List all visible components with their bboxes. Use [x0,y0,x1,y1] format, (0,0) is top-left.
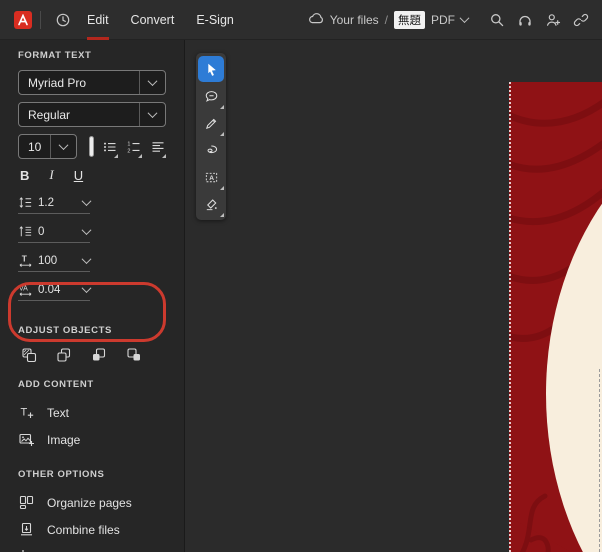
add-image-icon [18,431,35,448]
send-backward-button[interactable] [124,345,144,365]
font-color-swatch[interactable] [89,136,94,157]
chevron-down-icon [82,254,92,264]
add-text-label: Text [47,406,69,420]
font-size-select[interactable]: 10 [18,134,77,159]
chevron-down-icon [50,135,76,158]
font-style-select[interactable]: Regular [18,102,166,127]
paragraph-spacing-control[interactable]: 0 [18,224,90,243]
add-text-button[interactable]: T Text [18,399,166,426]
svg-text:VA: VA [19,285,28,292]
font-size-value: 10 [19,140,50,154]
image-bounds-edge[interactable] [599,369,600,552]
breadcrumb: Your files / 無題 PDF [307,11,468,29]
character-spacing-value: 0.04 [38,284,60,296]
add-content-header: ADD CONTENT [18,379,166,390]
select-tool[interactable] [198,56,224,82]
font-family-select[interactable]: Myriad Pro [18,70,166,95]
combine-files-label: Combine files [47,523,120,537]
line-spacing-control[interactable]: 1.2 [18,195,90,214]
svg-text:T: T [22,253,28,263]
page-selection-edge [509,82,511,552]
replace-object-button[interactable] [19,345,39,365]
menu-esign[interactable]: E-Sign [185,0,245,40]
bold-button[interactable]: B [20,168,29,183]
chevron-down-icon[interactable] [460,13,470,23]
acrobat-window: Edit Convert E-Sign Your files / 無題 PDF [0,0,602,552]
paragraph-spacing-value: 0 [38,226,44,238]
other-options-header: OTHER OPTIONS [18,469,166,480]
arrange-objects-button[interactable] [54,345,74,365]
chevron-down-icon [82,225,92,235]
add-image-label: Image [47,433,80,447]
add-text-box-tool[interactable]: A [198,164,224,190]
svg-text:1: 1 [127,141,130,147]
bullet-list-button[interactable] [102,136,118,158]
chevron-down-icon [82,196,92,206]
search-icon[interactable] [484,7,510,33]
menu-edit[interactable]: Edit [76,0,120,40]
adjust-objects-header: ADJUST OBJECTS [18,325,166,336]
pdf-page[interactable]: A Wedding by God's Grace Siddhi weds Ani… [509,82,602,552]
horizontal-scale-icon: T [18,253,33,268]
combine-files-icon [18,521,35,538]
svg-text:T: T [21,407,28,419]
top-bar: Edit Convert E-Sign Your files / 無題 PDF [0,0,602,40]
crop-pages-button[interactable]: Crop pages [18,543,166,552]
document-canvas: A [186,40,602,552]
numbered-list-button[interactable]: 12 [126,136,142,158]
font-style-value: Regular [19,108,139,122]
chevron-down-icon [139,71,165,94]
add-image-button[interactable]: Image [18,426,166,453]
line-spacing-value: 1.2 [38,197,54,209]
lasso-tool[interactable] [198,137,224,163]
draw-tool[interactable] [198,110,224,136]
bring-forward-button[interactable] [89,345,109,365]
headphones-icon[interactable] [512,7,538,33]
edit-sidebar: FORMAT TEXT Myriad Pro Regular 10 12 [0,40,185,552]
crop-pages-icon [18,548,35,552]
wedding-card-artwork [509,82,602,552]
acrobat-logo-icon[interactable] [14,11,32,29]
combine-files-button[interactable]: Combine files [18,516,166,543]
quick-tools-rail: A [196,53,226,220]
divider [40,11,41,29]
character-spacing-icon: VA [18,282,33,297]
format-text-header: FORMAT TEXT [18,50,166,61]
line-spacing-icon [18,195,33,210]
chevron-down-icon [139,103,165,126]
character-spacing-control[interactable]: VA 0.04 [18,282,90,301]
breadcrumb-separator: / [385,13,388,27]
organize-pages-label: Organize pages [47,496,132,510]
chevron-down-icon [82,283,92,293]
document-type: PDF [431,13,455,27]
share-person-icon[interactable] [540,7,566,33]
svg-text:2: 2 [127,148,130,154]
horizontal-scale-control[interactable]: T 100 [18,253,90,272]
horizontal-scale-value: 100 [38,255,57,267]
eraser-tool[interactable] [198,191,224,217]
organize-pages-icon [18,494,35,511]
cream-arch-shape [546,104,602,552]
paragraph-spacing-icon [18,224,33,239]
menu-convert[interactable]: Convert [120,0,186,40]
comment-tool[interactable] [198,83,224,109]
add-text-icon: T [18,404,35,421]
italic-button[interactable]: I [49,167,53,183]
cloud-icon [307,11,324,29]
recents-icon[interactable] [50,7,76,33]
organize-pages-button[interactable]: Organize pages [18,489,166,516]
link-icon[interactable] [568,7,594,33]
svg-text:A: A [209,174,214,181]
underline-button[interactable]: U [74,168,83,183]
font-family-value: Myriad Pro [19,76,139,90]
text-align-button[interactable] [150,136,166,158]
breadcrumb-root[interactable]: Your files [330,13,379,27]
document-title[interactable]: 無題 [394,11,425,29]
